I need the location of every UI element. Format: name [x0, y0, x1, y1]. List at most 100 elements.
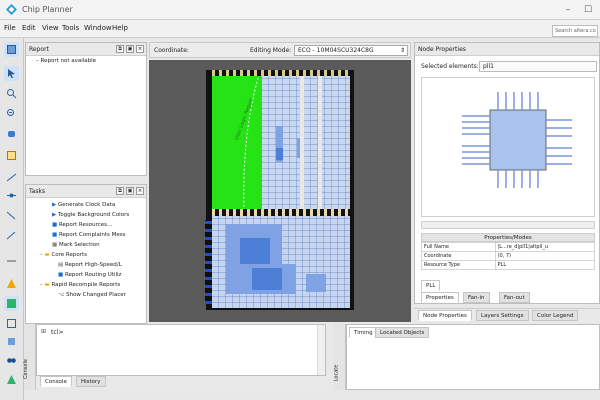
menu-window[interactable]: Window — [84, 24, 112, 32]
coordinates-label: Coordinate: — [154, 47, 189, 54]
console-prompt[interactable]: tcl> — [51, 329, 63, 336]
chevron-down-icon: ⇕ — [399, 47, 405, 54]
task-generate-clock-data[interactable]: ▶ Generate Clock Data — [26, 200, 146, 210]
node-preview[interactable] — [421, 77, 595, 217]
table-cell: Coordinate — [421, 251, 496, 261]
node-properties-panel: Node Properties Selected elements: pll1 … — [414, 42, 600, 304]
table-cell: |L...re_d|pll1|altpll_u — [494, 242, 596, 252]
table-icon: ▤ — [58, 262, 64, 268]
connection-icon[interactable] — [4, 188, 19, 203]
task-report-routing[interactable]: ■ Report Routing Utiliz — [26, 270, 146, 280]
binoculars-icon[interactable] — [4, 352, 19, 367]
table-cell: (0, 7) — [494, 251, 596, 261]
task-report-complaints[interactable]: ■ Report Complaints Mess — [26, 230, 146, 240]
close-icon[interactable]: × — [136, 187, 144, 195]
folder-icon: ▬ — [44, 252, 50, 258]
highlight-icon[interactable] — [4, 276, 19, 291]
task-core-reports[interactable]: – ▬ Core Reports — [26, 250, 146, 260]
play-icon: ▶ — [52, 202, 57, 208]
tab-fan-in[interactable]: Fan-in — [463, 292, 490, 303]
selected-elements-value: pll1 — [483, 63, 494, 70]
minimize-button[interactable]: – — [560, 3, 576, 17]
locate-side-tab[interactable]: Locate — [333, 324, 346, 390]
menu-view[interactable]: View — [42, 24, 59, 32]
tab-node-properties[interactable]: Node Properties — [418, 310, 472, 321]
close-icon[interactable]: × — [136, 45, 144, 53]
console-side-tab[interactable]: Console — [23, 324, 36, 390]
task-show-changed-placement[interactable]: ⌥ Show Changed Placer — [26, 290, 146, 300]
zoom-out-icon[interactable] — [4, 106, 19, 121]
pin-icon[interactable]: ▣ — [126, 45, 134, 53]
editing-mode-label: Editing Mode: — [250, 47, 292, 54]
io-row-top[interactable] — [212, 70, 350, 76]
console-tab-bar: Console History — [36, 376, 326, 388]
zoom-in-icon[interactable] — [4, 86, 19, 101]
tab-layers-settings[interactable]: Layers Settings — [476, 310, 529, 321]
report-icon: ■ — [52, 222, 58, 228]
pin-icon[interactable]: ▣ — [126, 187, 134, 195]
task-report-high-speed[interactable]: ▤ Report High-Speed/L — [26, 260, 146, 270]
tab-fan-out[interactable]: Fan-out — [499, 292, 530, 303]
pointer-icon[interactable] — [4, 66, 19, 81]
table-row: Resource Type PLL — [421, 260, 596, 270]
grid-icon: ▦ — [52, 242, 58, 248]
menu-edit[interactable]: Edit — [22, 24, 36, 32]
io-bank-left[interactable] — [205, 220, 212, 304]
route-icon[interactable] — [4, 170, 19, 185]
io-row-middle[interactable] — [212, 209, 350, 216]
table-cell: PLL — [494, 260, 596, 270]
tab-properties[interactable]: Properties — [421, 292, 459, 303]
chip-icon[interactable] — [4, 334, 19, 349]
locate-icon[interactable] — [4, 372, 19, 387]
select-icon[interactable] — [4, 42, 19, 57]
task-rapid-recompile-reports[interactable]: – ▬ Rapid Recompile Reports — [26, 280, 146, 290]
node-properties-title: Node Properties — [418, 46, 466, 53]
maximize-button[interactable]: ☐ — [580, 3, 596, 17]
properties-table: Full Name |L...re_d|pll1|altpll_u Coordin… — [421, 242, 596, 270]
list-item: – Report not available — [36, 58, 97, 64]
search-input[interactable]: Search altera.co — [552, 25, 598, 37]
table-row: Coordinate (0, 7) — [421, 251, 596, 261]
float-icon[interactable]: ⧉ — [116, 45, 124, 53]
menu-tools[interactable]: Tools — [62, 24, 79, 32]
layers-icon[interactable] — [4, 296, 19, 311]
region-icon[interactable] — [4, 148, 19, 163]
task-mark-selection[interactable]: ▦ Mark Selection — [26, 240, 146, 250]
tasks-panel: Tasks ⧉ ▣ × ▶ Generate Clock Data ▶ Togg… — [25, 184, 147, 324]
vertical-scrollbar[interactable] — [317, 325, 325, 375]
task-report-resources[interactable]: ■ Report Resources... — [26, 220, 146, 230]
logic-cell — [240, 238, 270, 264]
report-icon: ■ — [52, 232, 58, 238]
expand-icon: – — [40, 282, 43, 288]
expand-icon: ⊞ — [41, 328, 47, 335]
tab-timing[interactable]: Timing — [349, 327, 378, 338]
horizontal-scrollbar[interactable] — [421, 221, 595, 229]
play-icon: ▶ — [52, 212, 57, 218]
menu-file[interactable]: File — [4, 24, 16, 32]
editing-mode-select[interactable]: ECO - 10M04SCU324C8G ⇕ — [294, 45, 408, 56]
grid-icon[interactable] — [4, 316, 19, 331]
locate-side-label: Locate — [333, 364, 340, 382]
floorplan-header: Coordinate: Editing Mode: ECO - 10M04SCU… — [149, 42, 411, 58]
tab-located-objects[interactable]: Located Objects — [375, 327, 430, 338]
timing-panel: Timing Located Objects — [346, 324, 600, 390]
hand-pan-icon[interactable] — [4, 126, 19, 141]
report-icon: ■ — [58, 272, 64, 278]
properties-table-title: Properties/Modes — [421, 233, 595, 242]
measure-icon[interactable] — [4, 250, 19, 265]
console-panel: ⊞ tcl> — [36, 324, 326, 376]
fanout-icon[interactable] — [4, 228, 19, 243]
editing-mode-value: ECO - 10M04SCU324C8G — [298, 47, 374, 54]
menu-bar: File Edit View Tools Window Help — [0, 20, 600, 38]
fanin-icon[interactable] — [4, 208, 19, 223]
task-toggle-background-colors[interactable]: ▶ Toggle Background Colors — [26, 210, 146, 220]
tab-pll[interactable]: PLL — [421, 280, 441, 291]
user-logic-region[interactable]: User Logic Region — [212, 76, 262, 210]
tab-history[interactable]: History — [76, 376, 106, 387]
selected-elements-field[interactable]: pll1 — [479, 61, 597, 72]
menu-help[interactable]: Help — [112, 24, 128, 32]
tab-console[interactable]: Console — [40, 376, 72, 387]
tab-color-legend[interactable]: Color Legend — [532, 310, 579, 321]
tree-icon: ⌥ — [58, 292, 65, 298]
float-icon[interactable]: ⧉ — [116, 187, 124, 195]
